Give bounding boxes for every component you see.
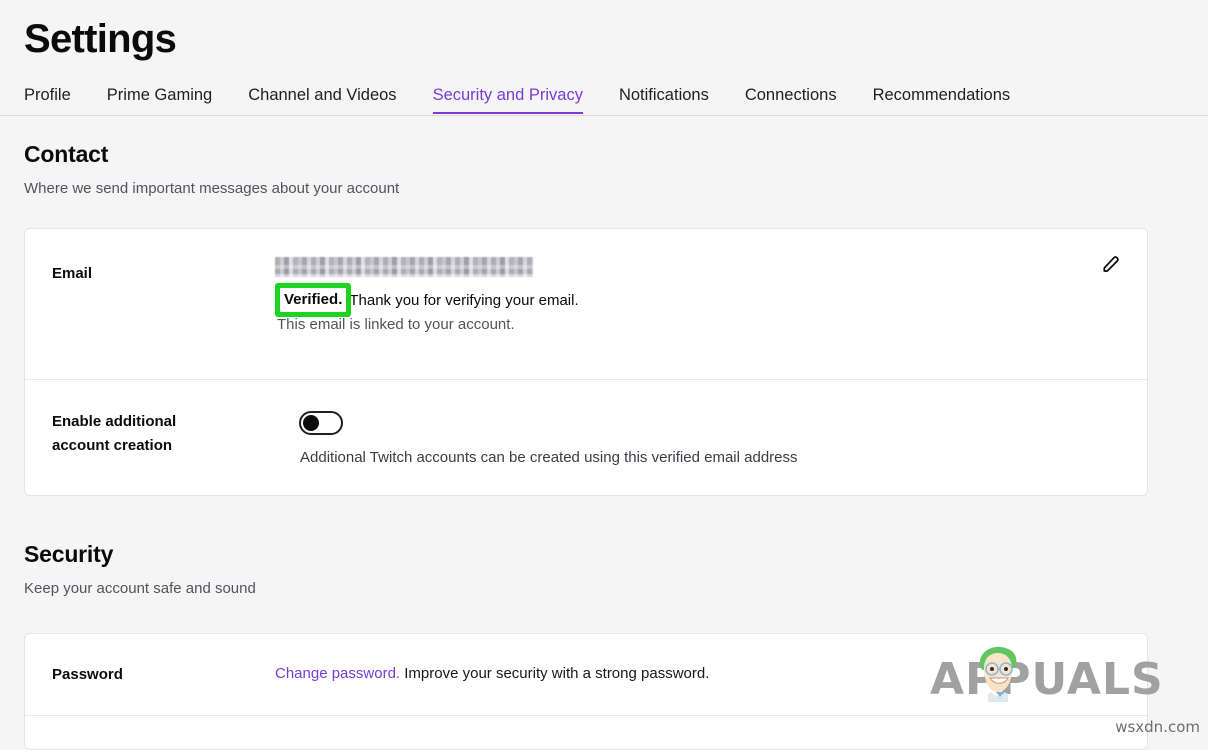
password-row-label: Password bbox=[52, 663, 123, 687]
tab-security-and-privacy[interactable]: Security and Privacy bbox=[433, 84, 583, 114]
password-row: Password Change password. Improve your s… bbox=[25, 634, 1147, 715]
additional-account-label: Enable additional account creation bbox=[52, 410, 222, 458]
tab-list: Profile Prime Gaming Channel and Videos … bbox=[24, 84, 1010, 116]
email-row: Email Verified.Thank you for verifying y… bbox=[25, 229, 1147, 379]
email-row-label: Email bbox=[52, 262, 92, 286]
tab-connections[interactable]: Connections bbox=[745, 84, 837, 114]
settings-page: Settings Profile Prime Gaming Channel an… bbox=[0, 0, 1208, 741]
edit-email-button[interactable] bbox=[1097, 253, 1123, 279]
site-credit: wsxdn.com bbox=[1115, 718, 1200, 736]
verified-message: Thank you for verifying your email. bbox=[349, 292, 578, 309]
email-verified-line: Verified.Thank you for verifying your em… bbox=[275, 284, 579, 318]
security-next-row-partial bbox=[25, 715, 1147, 749]
additional-account-description: Additional Twitch accounts can be create… bbox=[300, 448, 798, 468]
email-linked-message: This email is linked to your account. bbox=[277, 315, 515, 335]
change-password-link[interactable]: Change password. bbox=[275, 665, 400, 682]
contact-section-subtitle: Where we send important messages about y… bbox=[24, 179, 399, 199]
email-address-redacted bbox=[275, 257, 533, 277]
pencil-icon bbox=[1100, 255, 1120, 278]
security-card: Password Change password. Improve your s… bbox=[24, 633, 1148, 750]
contact-section-title: Contact bbox=[24, 140, 399, 168]
verified-status-badge: Verified. bbox=[275, 283, 351, 317]
password-row-text: Change password. Improve your security w… bbox=[275, 663, 709, 685]
toggle-knob bbox=[303, 415, 319, 431]
email-value-group: Verified.Thank you for verifying your em… bbox=[275, 257, 1035, 277]
tab-profile[interactable]: Profile bbox=[24, 84, 71, 114]
contact-section-header: Contact Where we send important messages… bbox=[24, 140, 399, 199]
additional-account-toggle[interactable] bbox=[299, 411, 343, 435]
security-section-title: Security bbox=[24, 540, 256, 568]
page-title: Settings bbox=[24, 15, 176, 63]
settings-tabbar: Profile Prime Gaming Channel and Videos … bbox=[0, 84, 1208, 116]
additional-account-row: Enable additional account creation Addit… bbox=[25, 379, 1147, 495]
tab-notifications[interactable]: Notifications bbox=[619, 84, 709, 114]
contact-card: Email Verified.Thank you for verifying y… bbox=[24, 228, 1148, 496]
security-section-header: Security Keep your account safe and soun… bbox=[24, 540, 256, 599]
tab-recommendations[interactable]: Recommendations bbox=[873, 84, 1011, 114]
password-row-description: Improve your security with a strong pass… bbox=[404, 665, 709, 682]
tab-channel-and-videos[interactable]: Channel and Videos bbox=[248, 84, 396, 114]
tab-prime-gaming[interactable]: Prime Gaming bbox=[107, 84, 212, 114]
security-section-subtitle: Keep your account safe and sound bbox=[24, 579, 256, 599]
